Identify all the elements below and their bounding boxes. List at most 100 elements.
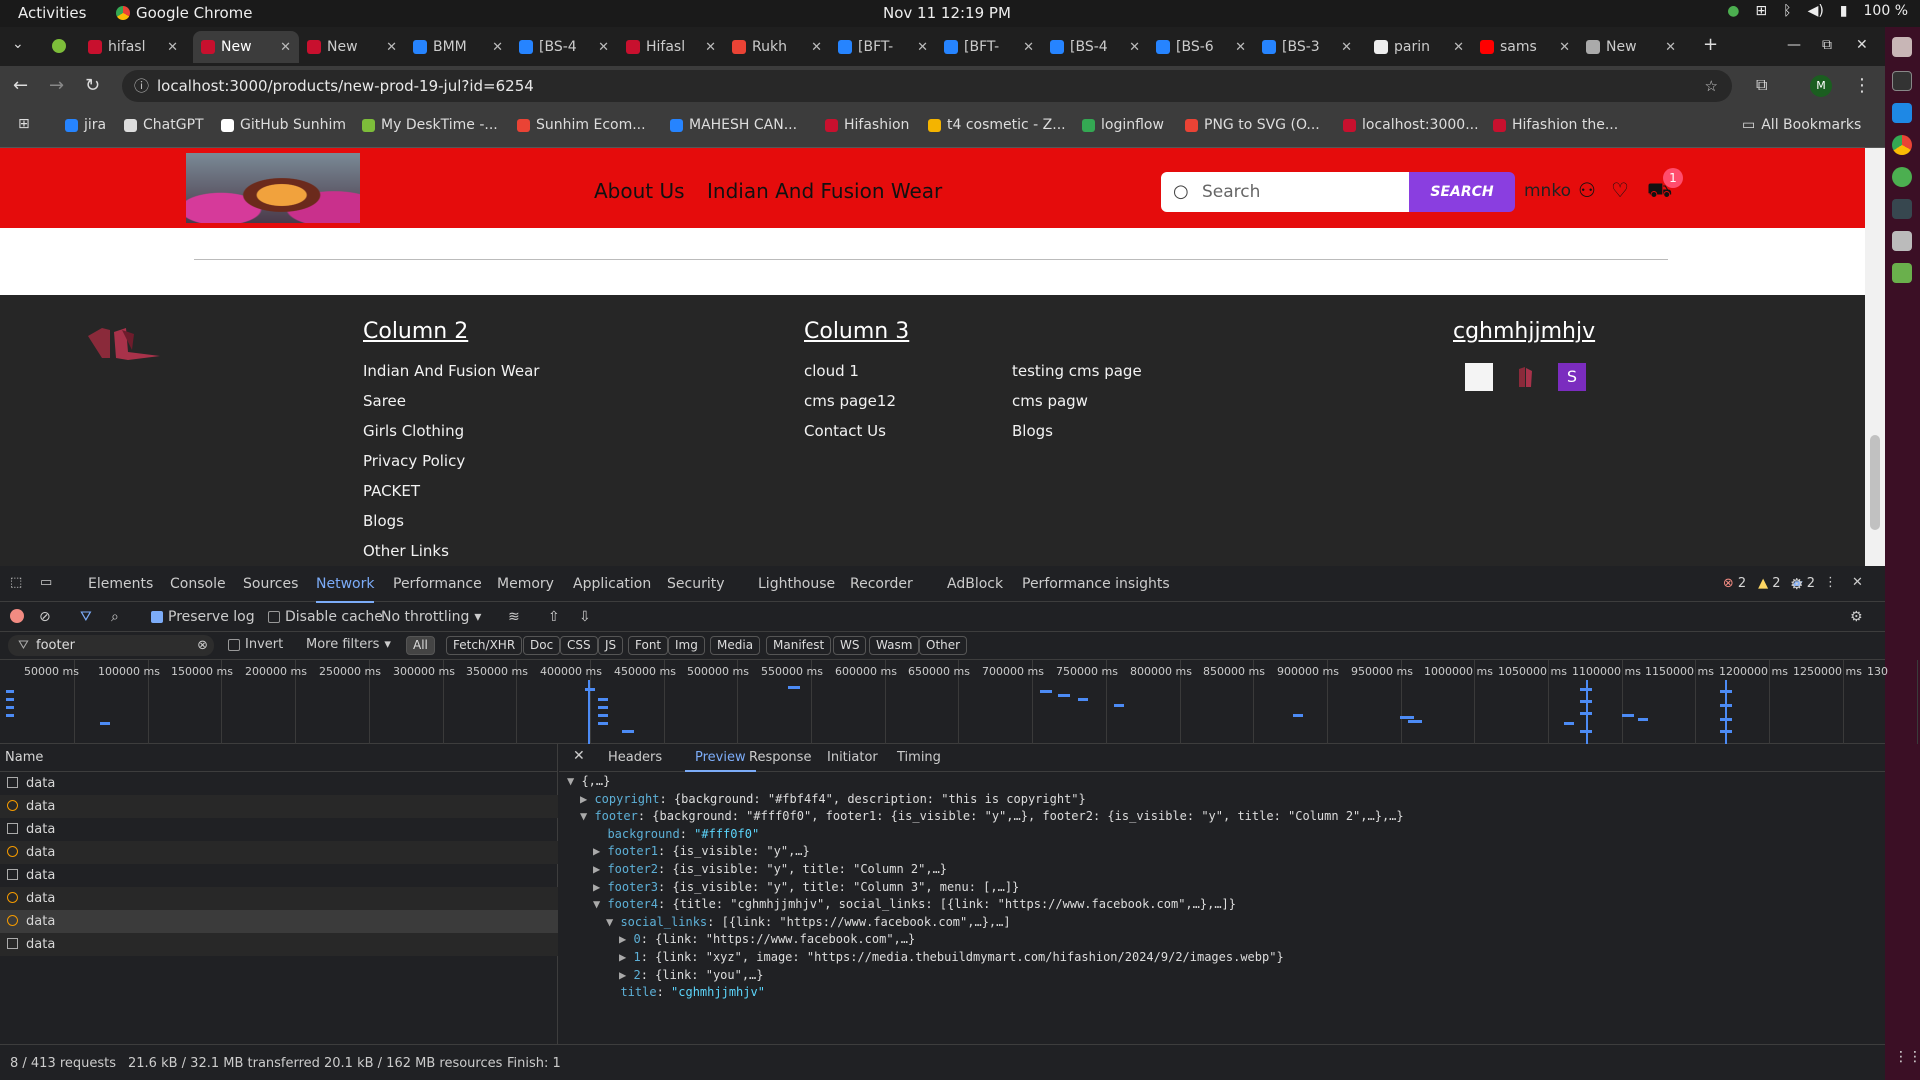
request-row[interactable]: data <box>0 818 558 841</box>
request-row[interactable]: data <box>0 933 558 956</box>
footer-link[interactable]: Contact Us <box>804 422 886 440</box>
name-column-header[interactable]: Name <box>0 744 558 772</box>
search-network-icon[interactable]: ⌕ <box>111 609 119 625</box>
type-filter-chip[interactable]: Other <box>919 636 968 655</box>
social-s-icon[interactable]: S <box>1558 363 1586 391</box>
network-settings-icon[interactable]: ⚙ <box>1850 609 1863 625</box>
bookmark-item[interactable]: PNG to SVG (O... <box>1185 117 1320 133</box>
inspect-element-icon[interactable]: ⬚ <box>10 575 22 590</box>
bookmark-item[interactable]: localhost:3000... <box>1343 117 1479 133</box>
tab-close-icon[interactable]: ✕ <box>705 40 716 55</box>
request-row[interactable]: data <box>0 795 558 818</box>
browser-tab[interactable]: BMM ✕ <box>405 31 511 63</box>
browser-tab[interactable]: [BFT- ✕ <box>936 31 1042 63</box>
footer-link[interactable]: testing cms page <box>1012 362 1142 380</box>
footer-link[interactable]: cms pagw <box>1012 392 1088 410</box>
type-filter-chip[interactable]: WS <box>833 636 867 655</box>
request-row[interactable]: data <box>0 772 558 795</box>
browser-tab[interactable]: [BS-4 ✕ <box>511 31 617 63</box>
apps-grid-icon[interactable]: ⊞ <box>18 116 30 132</box>
browser-tab[interactable]: New ✕ <box>193 31 299 63</box>
clock[interactable]: Nov 11 12:19 PM <box>883 4 1011 22</box>
app-menu[interactable]: Google Chrome <box>116 4 253 22</box>
footer-link[interactable]: Blogs <box>363 512 404 530</box>
collapsed-arrow-icon[interactable]: ▶ <box>619 932 633 946</box>
chrome-dock-icon[interactable] <box>1892 135 1912 155</box>
import-har-icon[interactable]: ⇧ <box>548 609 560 625</box>
devtools-tab[interactable]: Console <box>170 576 226 592</box>
back-icon[interactable]: ← <box>13 75 28 96</box>
browser-tab[interactable]: parin ✕ <box>1366 31 1472 63</box>
terminal-icon[interactable] <box>1892 71 1912 91</box>
devtools-tab[interactable]: Sources <box>243 576 298 592</box>
json-tree-line[interactable]: ▶ 0: {link: "https://www.facebook.com",…… <box>619 932 915 946</box>
tab-close-icon[interactable]: ✕ <box>167 40 178 55</box>
devtools-tab[interactable]: Elements <box>88 576 153 592</box>
json-tree-line[interactable]: ▼ footer: {background: "#fff0f0", footer… <box>580 809 1404 823</box>
devtools-menu-icon[interactable]: ⋮ <box>1824 575 1837 590</box>
social-brand-icon[interactable] <box>1511 363 1539 391</box>
json-tree-line[interactable]: ▼ social_links: [{link: "https://www.fac… <box>606 915 1011 929</box>
collapsed-arrow-icon[interactable]: ▶ <box>619 950 633 964</box>
json-tree-line[interactable]: ▼ footer4: {title: "cghmhjjmhjv", social… <box>593 897 1236 911</box>
system-tray[interactable]: ● ⊞ ᛒ ◀) ▮ 100 % <box>1727 3 1908 19</box>
footer-link[interactable]: Girls Clothing <box>363 422 464 440</box>
json-tree-line[interactable]: ▶ footer3: {is_visible: "y", title: "Col… <box>593 880 1019 894</box>
tab-close-icon[interactable]: ✕ <box>1559 40 1570 55</box>
collapsed-arrow-icon[interactable]: ▶ <box>593 862 607 876</box>
details-tab[interactable]: Timing <box>897 750 941 765</box>
collapsed-arrow-icon[interactable]: ▶ <box>619 968 633 982</box>
preserve-log-checkbox[interactable]: Preserve log <box>151 609 255 625</box>
collapsed-arrow-icon[interactable]: ▶ <box>580 792 594 806</box>
devtools-tab[interactable]: Lighthouse <box>758 576 835 592</box>
browser-tab[interactable]: [BS-4 ✕ <box>1042 31 1148 63</box>
bookmark-item[interactable]: ChatGPT <box>124 117 204 133</box>
type-filter-chip[interactable]: Manifest <box>766 636 832 655</box>
tab-close-icon[interactable]: ✕ <box>386 40 397 55</box>
activities-button[interactable]: Activities <box>18 4 86 22</box>
type-filter-chip[interactable]: JS <box>598 636 624 655</box>
tab-close-icon[interactable]: ✕ <box>492 40 503 55</box>
site-logo[interactable] <box>186 153 360 223</box>
tab-close-icon[interactable]: ✕ <box>1023 40 1034 55</box>
throttling-select[interactable]: No throttling ▾ <box>381 609 481 625</box>
clear-filter-icon[interactable]: ⊗ <box>197 635 208 656</box>
network-conditions-icon[interactable]: ≋ <box>508 609 520 625</box>
details-tab[interactable]: Headers <box>608 750 662 765</box>
extensions-icon[interactable]: ⧉ <box>1756 75 1767 95</box>
devtools-settings-icon[interactable]: ⚙ <box>1790 575 1803 593</box>
bookmark-item[interactable]: Hifashion <box>825 117 909 133</box>
footer-link[interactable]: cloud 1 <box>804 362 859 380</box>
type-filter-chip[interactable]: Media <box>710 636 761 655</box>
devtools-tab[interactable]: Security <box>667 576 725 592</box>
browser-tab[interactable]: [BS-3 ✕ <box>1254 31 1360 63</box>
bookmark-star-icon[interactable]: ☆ <box>1705 70 1718 102</box>
disable-cache-checkbox[interactable]: Disable cache <box>268 609 383 625</box>
json-tree-line[interactable]: ▶ 1: {link: "xyz", image: "https://media… <box>619 950 1284 964</box>
footer-link[interactable]: cms page12 <box>804 392 896 410</box>
invert-checkbox[interactable]: Invert <box>228 637 283 652</box>
tab-close-icon[interactable]: ✕ <box>1453 40 1464 55</box>
devtools-tab[interactable]: Application <box>573 576 651 592</box>
tab-close-icon[interactable]: ✕ <box>598 40 609 55</box>
network-overview-timeline[interactable]: 50000 ms 100000 ms 150000 ms 200000 ms 25000… <box>0 660 1918 744</box>
tab-close-icon[interactable]: ✕ <box>280 40 291 55</box>
json-tree-line[interactable]: ▼ {,…} <box>567 774 610 788</box>
system-monitor-icon[interactable] <box>1892 199 1912 219</box>
new-tab-button[interactable]: + <box>1703 34 1718 55</box>
devtools-close-icon[interactable]: ✕ <box>1852 575 1863 590</box>
chrome-menu-icon[interactable]: ⋮ <box>1853 75 1871 96</box>
footer-link[interactable]: Indian And Fusion Wear <box>363 362 539 380</box>
footer-link[interactable]: Saree <box>363 392 406 410</box>
collapsed-arrow-icon[interactable]: ▶ <box>593 844 607 858</box>
type-filter-chip[interactable]: Wasm <box>869 636 920 655</box>
more-filters-dropdown[interactable]: More filters ▾ <box>306 637 391 652</box>
type-filter-chip[interactable]: All <box>406 636 435 655</box>
bookmark-item[interactable]: Sunhim Ecom... <box>517 117 646 133</box>
browser-tab[interactable]: [BS-6 ✕ <box>1148 31 1254 63</box>
search-input[interactable]: ○ Search <box>1161 172 1415 212</box>
devtools-tab[interactable]: Network <box>316 576 375 603</box>
user-icon[interactable]: ⚇ <box>1578 178 1596 202</box>
search-button[interactable]: SEARCH <box>1409 172 1515 212</box>
devtools-tab[interactable]: Recorder <box>850 576 913 592</box>
